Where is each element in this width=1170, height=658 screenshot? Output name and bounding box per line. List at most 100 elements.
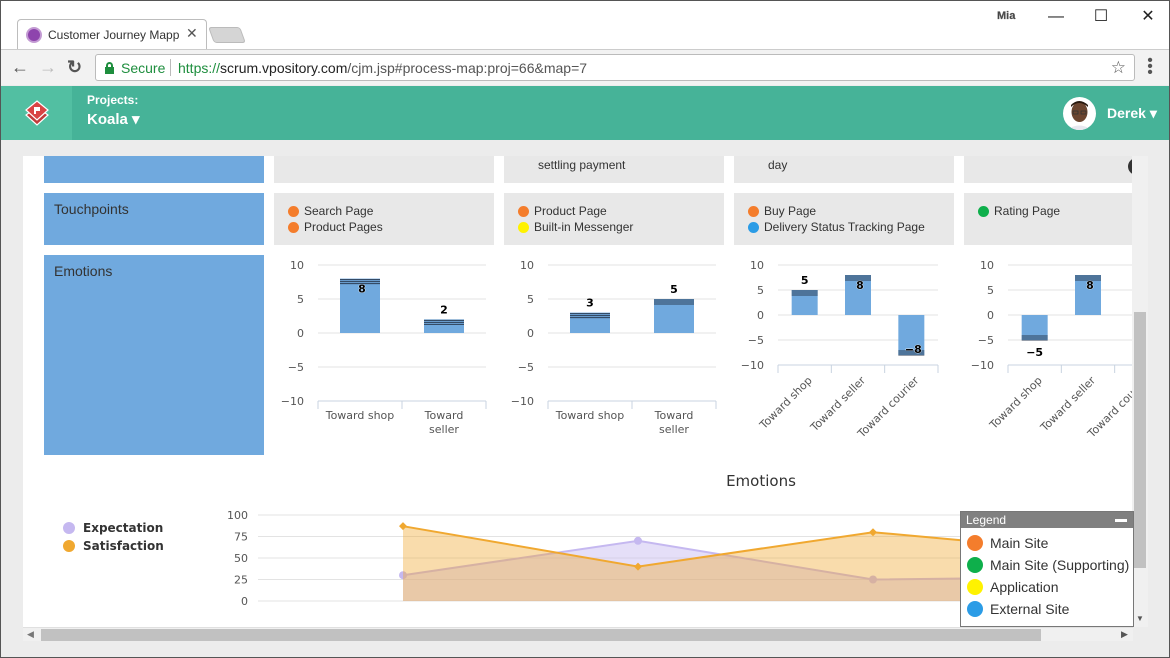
scroll-right-arrow-icon[interactable]: ▶ (1121, 629, 1128, 640)
touchpoint-label: Search Page (304, 204, 374, 218)
touchpoint-label: Rating Page (994, 204, 1061, 218)
divider (170, 59, 171, 76)
stage-cell[interactable]: day (734, 156, 954, 183)
y-tick-label: 50 (234, 552, 248, 565)
lock-icon (105, 62, 114, 74)
profile-name[interactable]: Mia (997, 10, 1016, 22)
touchpoint-item[interactable]: Search Page (288, 203, 494, 219)
legend-item: Main Site (Supporting) (967, 554, 1133, 576)
data-label: 8 (856, 279, 864, 292)
x-tick-label: Toward shop (986, 374, 1044, 432)
x-tick-label: Toward (654, 409, 694, 422)
legend-dot-icon (967, 601, 983, 617)
touchpoint-dot-icon (978, 205, 989, 217)
tab-close-icon[interactable]: ✕ (186, 25, 198, 42)
scroll-left-arrow-icon[interactable]: ◀ (27, 629, 34, 640)
y-tick-label: 100 (227, 509, 248, 522)
touchpoint-dot-icon (288, 205, 299, 217)
forward-icon[interactable]: → (39, 56, 57, 78)
tab-favicon-icon (26, 27, 42, 43)
emotion-bar-chart: 1050−5−10Toward shop−5Toward seller8Towa… (971, 259, 1148, 441)
horizontal-scrollbar[interactable]: ◀ ▶ (23, 627, 1133, 641)
legend-dot-icon (63, 522, 75, 534)
y-tick-label: −10 (281, 395, 304, 408)
address-bar[interactable]: Secure https://scrum.vpository.com/cjm.j… (95, 54, 1135, 81)
minimize-legend-icon[interactable] (1115, 519, 1127, 522)
y-tick-label: −5 (748, 334, 764, 347)
y-tick-label: 5 (757, 284, 764, 297)
y-tick-label: 0 (297, 327, 304, 340)
browser-tab[interactable]: Customer Journey Mappi ✕ (17, 19, 207, 49)
logo-container[interactable] (1, 86, 72, 140)
reload-icon[interactable]: ↻ (67, 56, 82, 78)
vertical-scroll-thumb[interactable] (1134, 312, 1146, 568)
touchpoint-cell[interactable]: Buy Page Delivery Status Tracking Page (734, 193, 954, 245)
user-avatar[interactable] (1063, 97, 1096, 130)
bookmark-star-icon[interactable]: ☆ (1111, 58, 1126, 78)
data-label: 5 (801, 274, 809, 287)
url-text[interactable]: https://scrum.vpository.com/cjm.jsp#proc… (178, 60, 587, 76)
touchpoint-cell[interactable]: Product Page Built-in Messenger (504, 193, 724, 245)
touchpoint-item[interactable]: Delivery Status Tracking Page (748, 219, 954, 235)
data-label: −8 (905, 343, 922, 356)
data-label: 8 (358, 283, 366, 296)
row-header-stages (44, 156, 264, 183)
y-tick-label: 10 (750, 259, 764, 272)
minimize-button[interactable]: — (1041, 5, 1071, 29)
data-label: −5 (1026, 346, 1043, 359)
stage-cell[interactable] (274, 156, 494, 183)
stage-cell[interactable] (964, 156, 1148, 183)
row-header-emotions: Emotions (44, 255, 264, 455)
window-close-button[interactable]: ✕ (1133, 5, 1163, 29)
touchpoint-cell[interactable]: Rating Page (964, 193, 1148, 245)
bar (424, 319, 464, 333)
legend-label: Main Site (990, 535, 1049, 551)
y-tick-label: 0 (757, 309, 764, 322)
user-menu[interactable]: Derek ▾ (1107, 105, 1157, 122)
vertical-scrollbar[interactable]: ▼ (1132, 156, 1148, 627)
y-tick-label: −10 (511, 395, 534, 408)
app-header: Projects: Koala ▾ Derek ▾ (1, 86, 1169, 140)
scroll-down-arrow-icon[interactable]: ▼ (1136, 614, 1144, 623)
chart-title: Emotions (726, 472, 796, 490)
emotion-bar-chart: 1050−5−10Toward shop5Toward seller8Towar… (741, 259, 939, 441)
back-icon[interactable]: ← (11, 56, 29, 78)
touchpoint-label: Built-in Messenger (534, 220, 634, 234)
touchpoint-cell[interactable]: Search Page Product Pages (274, 193, 494, 245)
horizontal-scroll-thumb[interactable] (41, 629, 1041, 641)
legend-label: Application (990, 579, 1059, 595)
legend-item-satisfaction[interactable]: Satisfaction (63, 537, 164, 555)
caret-down-icon: ▾ (132, 111, 140, 128)
y-tick-label: 0 (987, 309, 994, 322)
data-point (634, 536, 642, 545)
project-selector[interactable]: Koala ▾ (87, 110, 140, 128)
x-tick-label: seller (659, 423, 689, 436)
y-tick-label: 5 (297, 293, 304, 306)
y-tick-label: 5 (987, 284, 994, 297)
browser-menu-icon[interactable]: • • • (1145, 53, 1155, 81)
vpository-logo-icon (25, 100, 49, 126)
y-tick-label: 0 (241, 595, 248, 608)
y-tick-label: 10 (520, 259, 534, 272)
touchpoint-item[interactable]: Buy Page (748, 203, 954, 219)
touchpoint-item[interactable]: Built-in Messenger (518, 219, 724, 235)
touchpoint-label: Product Page (534, 204, 607, 218)
legend-dot-icon (967, 535, 983, 551)
touchpoint-item[interactable]: Product Page (518, 203, 724, 219)
legend-item-expectation[interactable]: Expectation (63, 519, 164, 537)
bar (791, 290, 818, 315)
maximize-button[interactable]: ☐ (1086, 5, 1116, 29)
caret-down-icon: ▾ (1149, 105, 1157, 121)
touchpoint-dot-icon (518, 221, 529, 233)
y-tick-label: −5 (518, 361, 534, 374)
y-tick-label: 5 (527, 293, 534, 306)
y-tick-label: −10 (971, 359, 994, 372)
touchpoint-item[interactable]: Product Pages (288, 219, 494, 235)
touchpoint-item[interactable]: Rating Page (978, 203, 1148, 219)
new-tab-button[interactable] (208, 27, 246, 43)
y-tick-label: 25 (234, 574, 248, 587)
y-tick-label: 75 (234, 531, 248, 544)
y-tick-label: −5 (978, 334, 994, 347)
legend-dot-icon (63, 540, 75, 552)
stage-cell[interactable]: settling payment (504, 156, 724, 183)
